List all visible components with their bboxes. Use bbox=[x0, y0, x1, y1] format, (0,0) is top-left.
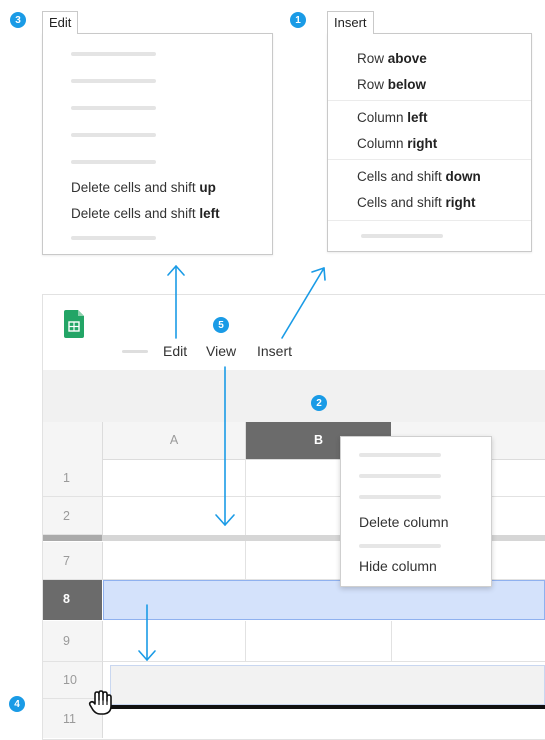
arrow-icon bbox=[215, 366, 235, 526]
arrow-icon bbox=[138, 604, 156, 661]
arrow-icon bbox=[281, 267, 326, 339]
arrow-icon bbox=[167, 265, 185, 339]
callout-arrows bbox=[138, 265, 326, 661]
